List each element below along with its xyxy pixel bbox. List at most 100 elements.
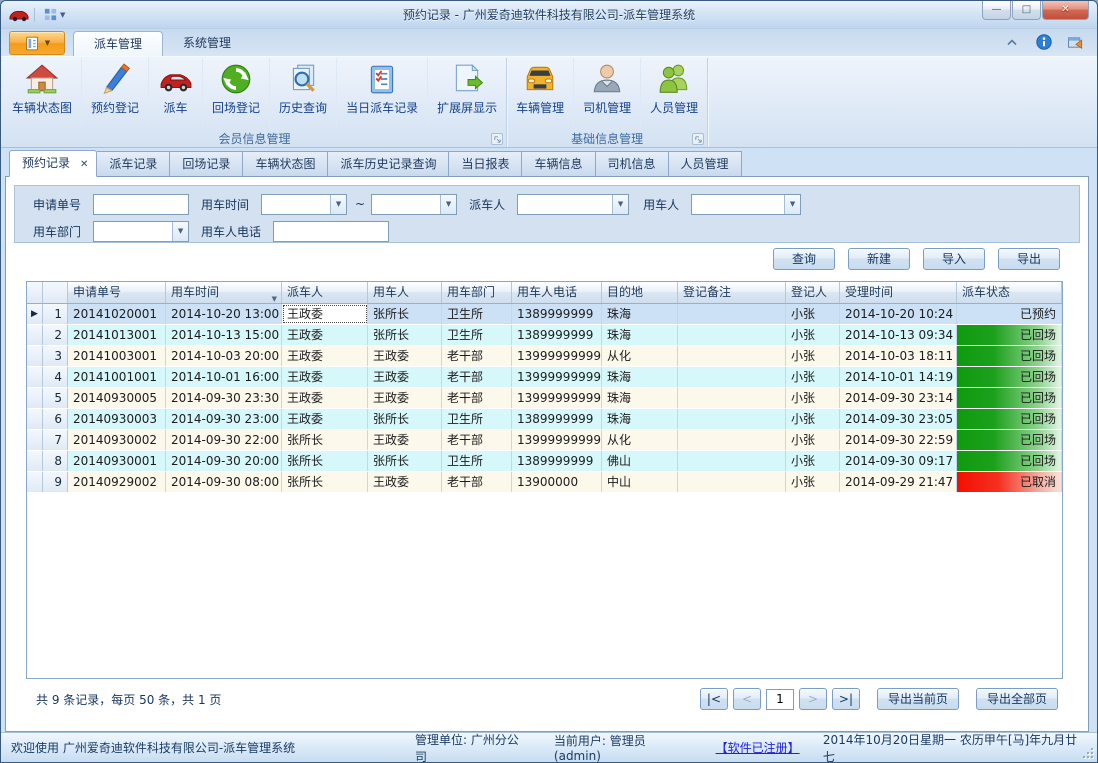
cell-user[interactable]: 张所长 — [368, 451, 442, 471]
quick-access-toolbar-button[interactable]: ▼ — [40, 6, 68, 24]
column-header-department[interactable]: 用车部门 — [442, 282, 512, 303]
cell-phone[interactable]: 13900000 — [512, 472, 602, 492]
ribbon-tab-system-management[interactable]: 系统管理 — [163, 31, 251, 56]
cell-phone[interactable]: 1389999999 — [512, 451, 602, 471]
row-number-cell[interactable]: 9 — [43, 472, 68, 492]
table-row[interactable]: ▶1201410200012014-10-20 13:00王政委张所长卫生所13… — [27, 304, 1062, 325]
cell-application_no[interactable]: 20141001001 — [68, 367, 166, 387]
cell-status[interactable]: 已取消 — [957, 472, 1062, 492]
cell-remark[interactable] — [678, 304, 786, 324]
cell-destination[interactable]: 中山 — [602, 472, 678, 492]
cell-accept_time[interactable]: 2014-09-30 22:59 — [840, 430, 957, 450]
row-selector-cell[interactable] — [27, 409, 43, 429]
chevron-down-icon[interactable]: ▼ — [784, 195, 800, 214]
department-dropdown[interactable]: ▼ — [93, 221, 189, 242]
cell-accept_time[interactable]: 2014-10-03 18:11 — [840, 346, 957, 366]
cell-registrar[interactable]: 小张 — [786, 388, 840, 408]
cell-dispatcher[interactable]: 王政委 — [282, 304, 368, 324]
doc-tab-8[interactable]: 人员管理 — [669, 151, 742, 177]
table-row[interactable]: 9201409290022014-09-30 08:00张所长王政委老干部139… — [27, 472, 1062, 493]
cell-registrar[interactable]: 小张 — [786, 472, 840, 492]
row-number-cell[interactable]: 4 — [43, 367, 68, 387]
row-selector-cell[interactable] — [27, 430, 43, 450]
maximize-button[interactable]: □ — [1012, 1, 1041, 20]
row-selector-cell[interactable]: ▶ — [27, 304, 43, 324]
skin-switch-icon[interactable] — [1067, 34, 1085, 50]
cell-department[interactable]: 老干部 — [442, 367, 512, 387]
dialog-launcher-icon[interactable] — [491, 133, 503, 145]
row-selector-cell[interactable] — [27, 472, 43, 492]
cell-phone[interactable]: 1389999999 — [512, 325, 602, 345]
cell-application_no[interactable]: 20141020001 — [68, 304, 166, 324]
doc-tab-4[interactable]: 派车历史记录查询 — [328, 151, 449, 177]
cell-application_no[interactable]: 20140929002 — [68, 472, 166, 492]
row-number-cell[interactable]: 3 — [43, 346, 68, 366]
column-header-phone[interactable]: 用车人电话 — [512, 282, 602, 303]
table-row[interactable]: 5201409300052014-09-30 23:30王政委王政委老干部139… — [27, 388, 1062, 409]
row-selector-cell[interactable] — [27, 346, 43, 366]
row-selector-cell[interactable] — [27, 451, 43, 471]
doc-tab-1[interactable]: 派车记录 — [97, 151, 170, 177]
cell-accept_time[interactable]: 2014-10-20 10:24 — [840, 304, 957, 324]
cell-use_time[interactable]: 2014-09-30 08:00 — [166, 472, 282, 492]
close-tab-icon[interactable]: ✕ — [80, 159, 88, 170]
row-number-cell[interactable]: 6 — [43, 409, 68, 429]
row-selector-cell[interactable] — [27, 325, 43, 345]
chevron-down-icon[interactable]: ▼ — [612, 195, 628, 214]
row-selector-cell[interactable] — [27, 388, 43, 408]
ribbon-button-return-registration[interactable]: 回场登记 — [203, 58, 270, 130]
application-menu-button[interactable]: ▼ — [9, 31, 65, 55]
resize-grip[interactable] — [1081, 746, 1093, 758]
cell-phone[interactable]: 13999999999 — [512, 346, 602, 366]
table-row[interactable]: 2201410130012014-10-13 15:00王政委张所长卫生所138… — [27, 325, 1062, 346]
row-number-cell[interactable]: 2 — [43, 325, 68, 345]
cell-use_time[interactable]: 2014-09-30 22:00 — [166, 430, 282, 450]
cell-destination[interactable]: 佛山 — [602, 451, 678, 471]
last-page-button[interactable]: >| — [832, 688, 860, 710]
column-header-destination[interactable]: 目的地 — [602, 282, 678, 303]
ribbon-button-vehicle-management[interactable]: 车辆管理 — [507, 58, 574, 130]
cell-destination[interactable]: 珠海 — [602, 409, 678, 429]
minimize-button[interactable]: — — [982, 1, 1011, 20]
doc-tab-3[interactable]: 车辆状态图 — [243, 151, 328, 177]
page-number-input[interactable] — [766, 689, 794, 710]
cell-remark[interactable] — [678, 346, 786, 366]
cell-department[interactable]: 卫生所 — [442, 325, 512, 345]
cell-destination[interactable]: 从化 — [602, 430, 678, 450]
cell-registrar[interactable]: 小张 — [786, 430, 840, 450]
cell-registrar[interactable]: 小张 — [786, 346, 840, 366]
application-no-input[interactable] — [93, 194, 189, 215]
cell-destination[interactable]: 珠海 — [602, 388, 678, 408]
cell-phone[interactable]: 13999999999 — [512, 430, 602, 450]
cell-user[interactable]: 王政委 — [368, 472, 442, 492]
cell-user[interactable]: 王政委 — [368, 430, 442, 450]
import-button[interactable]: 导入 — [923, 248, 985, 270]
cell-use_time[interactable]: 2014-10-03 20:00 — [166, 346, 282, 366]
export-all-pages-button[interactable]: 导出全部页 — [976, 688, 1058, 710]
cell-user[interactable]: 张所长 — [368, 325, 442, 345]
cell-department[interactable]: 老干部 — [442, 430, 512, 450]
cell-user[interactable]: 王政委 — [368, 346, 442, 366]
cell-application_no[interactable]: 20141013001 — [68, 325, 166, 345]
table-row[interactable]: 3201410030012014-10-03 20:00王政委王政委老干部139… — [27, 346, 1062, 367]
doc-tab-6[interactable]: 车辆信息 — [522, 151, 595, 177]
cell-application_no[interactable]: 20140930001 — [68, 451, 166, 471]
column-header-status[interactable]: 派车状态 — [957, 282, 1062, 303]
first-page-button[interactable]: |< — [700, 688, 728, 710]
row-number-cell[interactable]: 1 — [43, 304, 68, 324]
dialog-launcher-icon[interactable] — [692, 133, 704, 145]
row-number-cell[interactable]: 8 — [43, 451, 68, 471]
doc-tab-7[interactable]: 司机信息 — [596, 151, 669, 177]
prev-page-button[interactable]: < — [733, 688, 761, 710]
cell-phone[interactable]: 1389999999 — [512, 304, 602, 324]
cell-remark[interactable] — [678, 451, 786, 471]
cell-accept_time[interactable]: 2014-09-29 21:47 — [840, 472, 957, 492]
cell-registrar[interactable]: 小张 — [786, 409, 840, 429]
cell-use_time[interactable]: 2014-10-01 16:00 — [166, 367, 282, 387]
license-link[interactable]: 【软件已注册】 — [716, 739, 799, 756]
table-row[interactable]: 8201409300012014-09-30 20:00张所长张所长卫生所138… — [27, 451, 1062, 472]
ribbon-button-vehicle-status-house[interactable]: 车辆状态图 — [3, 58, 82, 130]
cell-department[interactable]: 卫生所 — [442, 451, 512, 471]
use-time-to-dropdown[interactable]: ▼ — [371, 194, 457, 215]
collapse-ribbon-icon[interactable] — [1003, 34, 1021, 50]
